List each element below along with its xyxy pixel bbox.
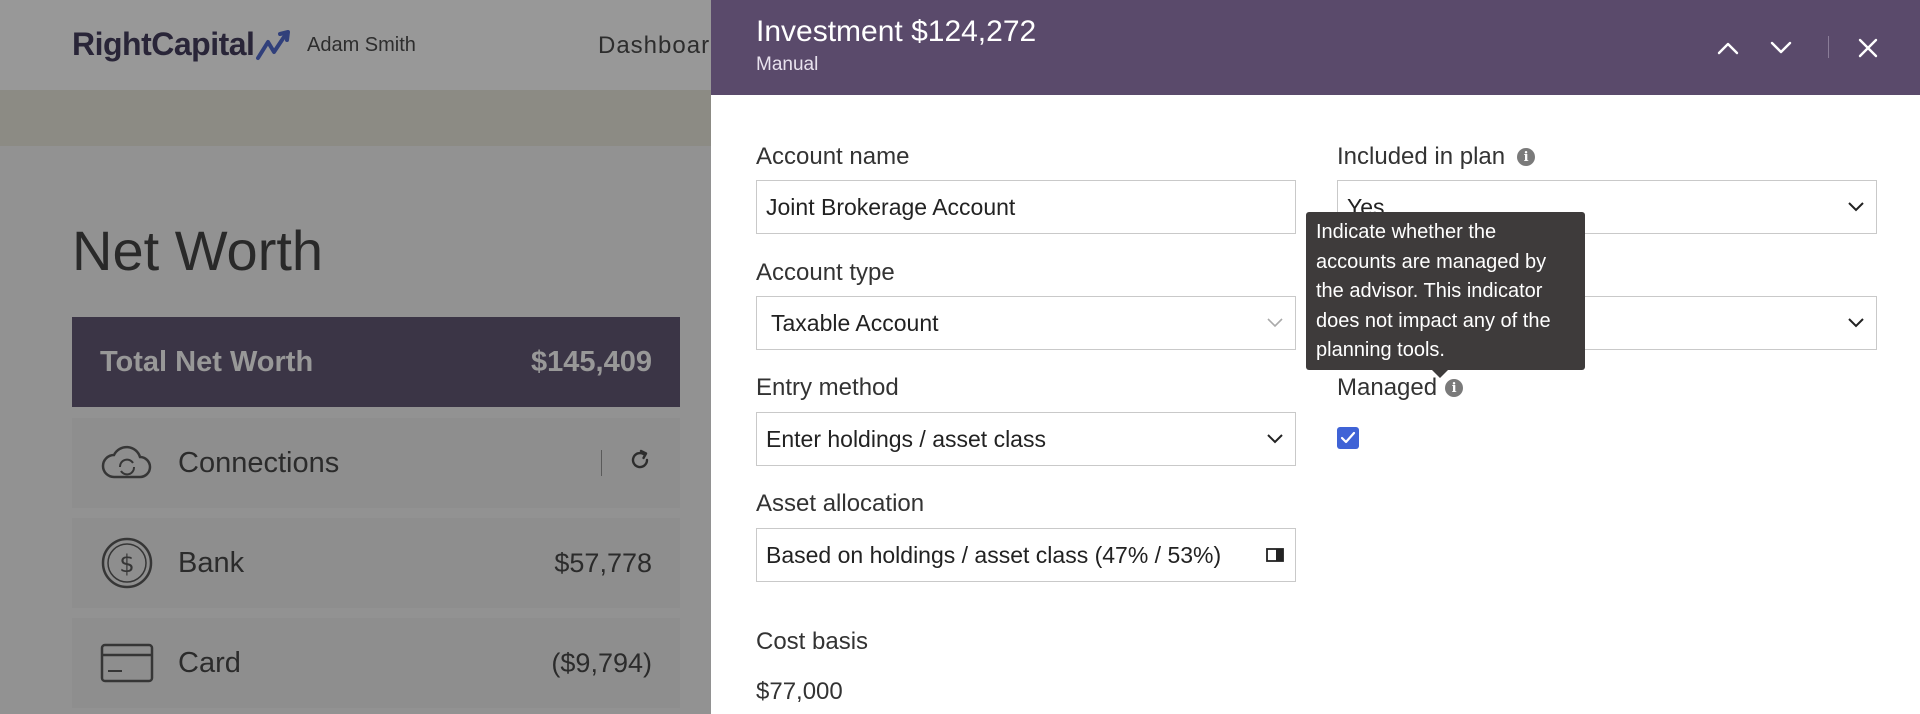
managed-label-text: Managed	[1337, 374, 1438, 401]
account-name-input[interactable]: Joint Brokerage Account	[756, 180, 1296, 234]
managed-label: Managed i	[1337, 374, 1464, 402]
managed-tooltip: Indicate whether the accounts are manage…	[1306, 212, 1585, 370]
chevron-down-icon	[1845, 196, 1867, 218]
asset-allocation-value: Based on holdings / asset class (47% / 5…	[766, 541, 1222, 568]
info-icon[interactable]: i	[1445, 379, 1464, 397]
next-button[interactable]	[1761, 28, 1801, 68]
sidebar-panel-icon[interactable]	[1264, 544, 1286, 566]
cost-basis-value: $77,000	[756, 678, 843, 705]
header-divider	[1828, 36, 1829, 58]
drawer-subtitle: Manual	[756, 54, 819, 75]
modal-overlay[interactable]	[0, 0, 711, 714]
previous-button[interactable]	[1708, 28, 1748, 68]
close-button[interactable]	[1848, 28, 1888, 68]
account-type-label: Account type	[756, 259, 895, 286]
account-type-value: Taxable Account	[771, 309, 939, 336]
chevron-down-icon	[1264, 428, 1286, 450]
chevron-up-icon	[1717, 42, 1739, 55]
cost-basis-label: Cost basis	[756, 628, 869, 655]
asset-allocation-label: Asset allocation	[756, 490, 925, 517]
included-in-plan-label-text: Included in plan	[1337, 143, 1506, 170]
asset-allocation-field[interactable]: Based on holdings / asset class (47% / 5…	[756, 528, 1296, 582]
info-icon[interactable]: i	[1517, 148, 1536, 166]
entry-method-label: Entry method	[756, 374, 899, 401]
chevron-down-icon	[1264, 312, 1286, 334]
investment-drawer: Investment $124,272 Manual Account name …	[711, 0, 1920, 714]
checkmark-icon	[1340, 431, 1356, 444]
chevron-down-icon	[1770, 41, 1792, 54]
entry-method-value: Enter holdings / asset class	[766, 425, 1046, 452]
tooltip-arrow	[1431, 369, 1449, 378]
close-icon	[1858, 38, 1878, 58]
account-type-select[interactable]: Taxable Account	[756, 296, 1296, 350]
chevron-down-icon	[1845, 312, 1867, 334]
drawer-header: Investment $124,272 Manual	[711, 0, 1920, 95]
account-name-label: Account name	[756, 143, 910, 170]
entry-method-select[interactable]: Enter holdings / asset class	[756, 412, 1296, 466]
included-in-plan-label: Included in plan i	[1337, 143, 1536, 171]
managed-checkbox[interactable]	[1337, 427, 1359, 449]
drawer-title: Investment $124,272	[756, 15, 1037, 48]
